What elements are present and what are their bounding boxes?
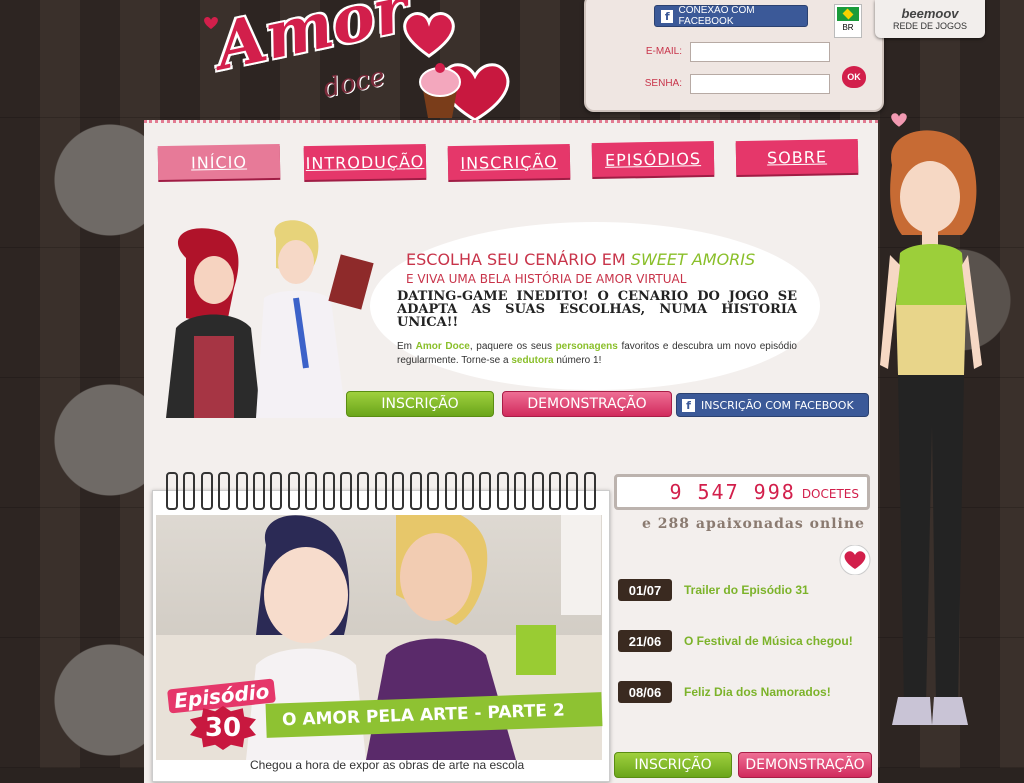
login-panel: f CONEXÃO COM FACEBOOK BR E-MAIL: SENHA:… [584,0,884,112]
hero-tagline: DATING-GAME INEDITO! O CENARIO DO JOGO S… [397,289,797,330]
facebook-icon: f [661,9,674,23]
hero-desc-text: Em [397,341,416,352]
hero-subtitle: E VIVA UMA BELA HISTÓRIA DE AMOR VIRTUAL [406,272,687,286]
news-date: 21/06 [618,630,672,652]
facebook-icon: f [682,398,695,412]
news-date: 08/06 [618,681,672,703]
login-ok-button[interactable]: OK [842,66,866,88]
country-code: BR [842,23,854,32]
heart-icon [839,545,871,575]
hero-desc-text: , paquere os seus [469,341,556,352]
email-field[interactable] [690,42,830,62]
signup-button[interactable]: INSCRIÇÃO [346,391,494,417]
facebook-connect-button[interactable]: f CONEXÃO COM FACEBOOK [654,5,808,27]
hero-title-highlight: SWEET AMORIS [630,250,756,269]
email-label: E-MAIL: [645,46,682,57]
player-count-unit: DOCETES [801,487,859,501]
beemoov-network-link[interactable]: beemoov REDE DE JOGOS [875,0,985,38]
online-count: e 288 apaixonadas online [642,516,865,532]
news-title[interactable]: O Festival de Música chegou! [684,634,853,648]
news-item[interactable]: 21/06 O Festival de Música chegou! [618,629,853,653]
characters-link[interactable]: personagens [556,341,618,352]
news-item[interactable]: 08/06 Feliz Dia dos Namorados! [618,680,831,704]
facebook-connect-label: CONEXÃO COM FACEBOOK [678,5,755,27]
facebook-signup-label: INSCRIÇÃO COM FACEBOOK [701,398,854,412]
facebook-signup-button[interactable]: f INSCRIÇÃO COM FACEBOOK [676,393,869,417]
country-selector[interactable]: BR [834,4,862,38]
news-date: 01/07 [618,579,672,601]
hero-title-prefix: ESCOLHA SEU CENÁRIO EM [406,250,631,269]
player-counter: 9 547 998 DOCETES [614,474,870,510]
news-title[interactable]: Trailer do Episódio 31 [684,583,809,597]
tab-episodios[interactable]: EPISÓDIOS [591,140,715,178]
episode-summary: Chegou a hora de expor as obras de arte … [250,758,525,772]
brand-link[interactable]: Amor Doce [416,341,470,352]
network-label: REDE DE JOGOS [892,21,967,31]
beemoov-logo: beemoov [901,6,959,21]
tab-inicio[interactable]: INÍCIO [157,143,281,181]
small-heart-icon [204,16,218,29]
logo[interactable]: Amor doce [204,0,545,125]
bottom-signup-button[interactable]: INSCRIÇÃO [614,752,732,778]
mascot-character-illustration [880,130,982,725]
news-item[interactable]: 01/07 Trailer do Episódio 31 [618,578,809,602]
hero-desc-text: número 1! [553,355,602,366]
small-heart-icon [891,113,907,127]
tab-sobre[interactable]: SOBRE [735,138,859,176]
demo-button[interactable]: DEMONSTRAÇÃO [502,391,672,417]
brazil-flag-icon [837,7,859,21]
cupcake-icon [419,63,510,122]
notebook-rings [166,472,596,510]
password-label: SENHA: [644,78,682,89]
news-title[interactable]: Feliz Dia dos Namorados! [684,685,831,699]
password-field[interactable] [690,74,830,94]
hero-description: Em Amor Doce, paquere os seus personagen… [397,340,797,368]
player-count: 9 547 998 [669,480,796,504]
bottom-demo-button[interactable]: DEMONSTRAÇÃO [738,752,872,778]
tab-introducao[interactable]: INTRODUÇÃO [303,143,427,181]
tab-inscricao[interactable]: INSCRIÇÃO [447,143,571,181]
logo-word-doce: doce [320,61,388,105]
seductress-link[interactable]: sedutora [511,355,553,366]
hero-title: ESCOLHA SEU CENÁRIO EM SWEET AMORIS [406,250,755,269]
